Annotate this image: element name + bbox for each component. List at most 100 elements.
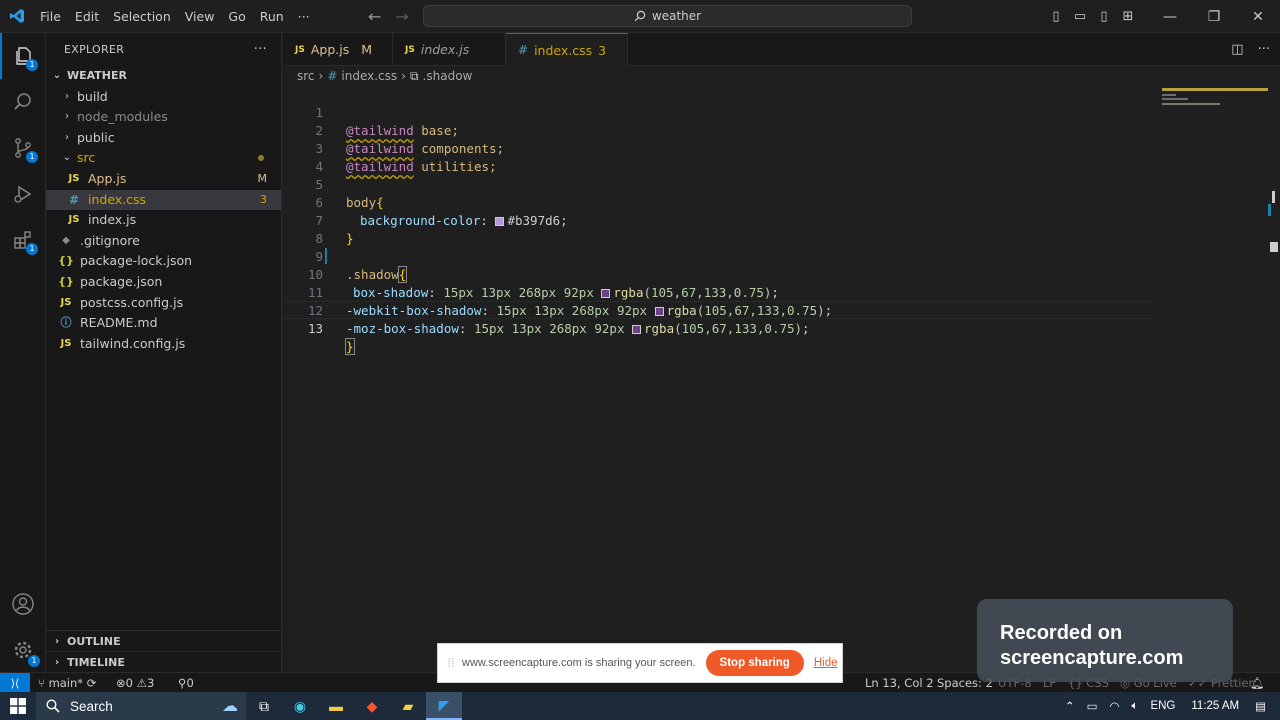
vscode-logo-icon[interactable] (0, 0, 33, 33)
branch-status[interactable]: ⑂ main* ⟳ (38, 673, 96, 693)
stop-sharing-button[interactable]: Stop sharing (705, 650, 804, 676)
toggle-sidebar-icon[interactable]: ▯ (1044, 0, 1068, 33)
breadcrumb-symbol[interactable]: .shadow (423, 69, 473, 83)
tree-item-label: build (77, 88, 108, 104)
tree-item-label: package-lock.json (80, 253, 193, 269)
menu-view[interactable]: View (178, 0, 222, 33)
modified-dot-icon (258, 155, 264, 162)
editor-scrollbar[interactable] (1268, 86, 1280, 646)
split-editor-icon[interactable]: ◫ (1231, 42, 1243, 57)
tree-item-build[interactable]: › build (46, 87, 281, 108)
taskbar-search[interactable]: Search ☁ (36, 692, 246, 720)
breadcrumb-folder[interactable]: src (297, 69, 315, 83)
menu-go[interactable]: Go (221, 0, 252, 33)
clock[interactable]: 11:25 AM (1181, 700, 1249, 712)
workspace-root[interactable]: ⌄ WEATHER (46, 66, 281, 87)
problem-count-badge: 3 (260, 192, 267, 206)
menu-run[interactable]: Run (253, 0, 291, 33)
minimize-icon[interactable]: — (1148, 0, 1192, 33)
outline-section[interactable]: › OUTLINE (46, 630, 282, 651)
code-line: 6 background-color: #b397d6; (283, 176, 1153, 228)
js-file-icon: JS (60, 337, 72, 349)
run-debug-icon[interactable] (0, 171, 46, 217)
explorer-more-icon[interactable]: ··· (254, 42, 267, 57)
tree-item-package-lock-json[interactable]: {} package-lock.json (46, 251, 281, 272)
command-center-search[interactable]: weather (423, 5, 912, 27)
restore-icon[interactable]: ❐ (1192, 0, 1236, 33)
explorer-icon[interactable]: 1 (0, 33, 46, 79)
wifi-icon[interactable]: ◠ (1104, 699, 1126, 713)
chevron-up-icon[interactable]: ⌃ (1059, 699, 1081, 713)
json-file-icon: {} (58, 274, 74, 288)
line-number: 13 (307, 321, 323, 336)
forward-arrow-icon[interactable]: → (395, 7, 408, 26)
customize-layout-icon[interactable]: ⊞ (1116, 0, 1140, 33)
problems-status[interactable]: ⊗0 ⚠3 (116, 673, 154, 693)
cursor-position[interactable]: Ln 13, Col 2 (865, 673, 934, 693)
sync-icon: ⟳ (86, 676, 97, 690)
tree-item-src[interactable]: ⌄ src (46, 148, 281, 169)
volume-icon[interactable]: 🔈︎ (1126, 700, 1145, 713)
tree-item-label: README.md (80, 315, 158, 331)
menu-more[interactable]: ··· (291, 0, 317, 33)
args: (105,67,133,0.75) (674, 321, 803, 336)
notifications-bell-icon[interactable]: 🔔︎ (1250, 673, 1265, 693)
vscode-taskbar-icon[interactable]: ◤ (426, 692, 462, 720)
file-explorer-icon[interactable]: ▬ (318, 692, 354, 720)
more-actions-icon[interactable]: ··· (1258, 42, 1270, 57)
tree-item-postcss-config[interactable]: JS postcss.config.js (46, 293, 281, 314)
explorer-header: EXPLORER ··· (46, 33, 281, 66)
code-editor[interactable]: 1 @tailwind base; 2 @tailwind components… (283, 86, 1163, 646)
tree-item-package-json[interactable]: {} package.json (46, 272, 281, 293)
tree-item-index-js[interactable]: JS index.js (46, 210, 281, 231)
chevron-right-icon: › (318, 69, 324, 83)
toggle-secondary-sidebar-icon[interactable]: ▯ (1092, 0, 1116, 33)
toggle-panel-icon[interactable]: ▭ (1068, 0, 1092, 33)
sticky-notes-icon[interactable]: ▰ (390, 692, 426, 720)
menu-file[interactable]: File (33, 0, 68, 33)
tree-item-app-js[interactable]: JS App.js M (46, 169, 281, 190)
menu-edit[interactable]: Edit (68, 0, 106, 33)
hide-link[interactable]: Hide (814, 657, 838, 669)
source-control-icon[interactable]: 1 (0, 125, 46, 171)
edge-browser-icon[interactable]: ◉ (282, 692, 318, 720)
tab-label: App.js (310, 42, 350, 57)
account-icon[interactable] (0, 581, 46, 627)
tree-item-index-css[interactable]: # index.css 3 (46, 189, 281, 211)
tab-app-js[interactable]: JS App.js M (283, 33, 393, 66)
chevron-right-icon: › (65, 90, 69, 102)
close-icon[interactable]: ✕ (1236, 0, 1280, 33)
notification-center-icon[interactable]: ▤ (1249, 699, 1280, 713)
search-icon[interactable] (0, 79, 46, 125)
back-arrow-icon[interactable]: ← (368, 7, 381, 26)
drag-handle-icon[interactable]: ⁞⁞ (444, 656, 458, 670)
task-view-icon[interactable]: ⧉ (246, 692, 282, 720)
brave-browser-icon[interactable]: ◆ (354, 692, 390, 720)
input-language[interactable]: ENG (1144, 700, 1181, 712)
minimap[interactable] (1160, 86, 1270, 126)
chevron-right-icon: › (65, 131, 69, 143)
extensions-icon[interactable]: 1 (0, 217, 46, 263)
tab-index-js[interactable]: JS index.js (393, 33, 506, 66)
tab-index-css[interactable]: # index.css 3 (506, 33, 628, 66)
remote-icon[interactable]: ⟩⟨ (0, 673, 30, 693)
settings-gear-icon[interactable]: 1 (0, 627, 46, 673)
tree-item-tailwind-config[interactable]: JS tailwind.config.js (46, 334, 281, 355)
git-file-icon: ◆ (62, 234, 70, 246)
battery-icon[interactable]: ▭ (1081, 699, 1104, 713)
explorer-badge: 1 (26, 59, 38, 71)
chevron-right-icon: › (54, 656, 60, 668)
ports-status[interactable]: ⚲0 (178, 673, 194, 693)
windows-start-icon[interactable] (0, 692, 36, 720)
tree-item-node-modules[interactable]: › node_modules (46, 107, 281, 128)
breadcrumb-file[interactable]: index.css (341, 69, 397, 83)
menu-selection[interactable]: Selection (106, 0, 178, 33)
symbol-icon: ⧉ (409, 68, 419, 83)
tree-item-readme[interactable]: ⓘ README.md (46, 313, 281, 334)
tree-item-gitignore[interactable]: ◆ .gitignore (46, 231, 281, 252)
activity-bar: 1 1 1 1 (0, 33, 46, 672)
chevron-right-icon: › (54, 635, 60, 647)
tree-item-public[interactable]: › public (46, 128, 281, 149)
color-swatch-icon[interactable] (632, 325, 641, 334)
timeline-section[interactable]: › TIMELINE (46, 651, 282, 672)
